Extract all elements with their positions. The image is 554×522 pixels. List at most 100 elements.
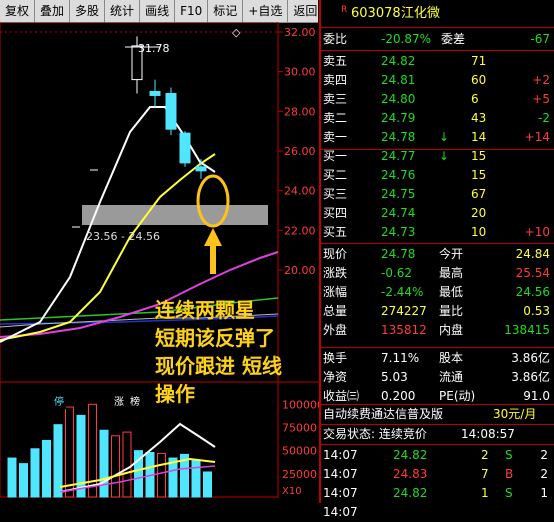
volume-bar xyxy=(30,448,40,498)
y-tick-label: 30.00 xyxy=(284,66,316,79)
order-price: 24.77 xyxy=(381,149,416,163)
price-axis: 32.00 30.00 28.00 26.00 24.00 22.00 20.00 xyxy=(278,26,316,277)
stats-label: 股本 xyxy=(439,351,464,365)
toolbar-button[interactable]: F10 xyxy=(175,0,209,22)
toolbar-button[interactable]: 标记 xyxy=(208,0,244,22)
promo-price[interactable]: 30元/月 xyxy=(493,404,536,424)
y-tick-label: 28.00 xyxy=(284,105,316,118)
tick-volume: 7 xyxy=(481,467,489,481)
promo-text[interactable]: 自动续费通达信普及版 xyxy=(323,404,443,424)
quote-row: 现价 24.78 今开 24.84 xyxy=(321,244,554,264)
stats-value: 3.86亿 xyxy=(511,370,550,384)
order-change: +2 xyxy=(532,73,550,87)
order-price: 24.80 xyxy=(381,92,416,106)
volume-bar xyxy=(157,452,166,498)
arrow-up-icon xyxy=(204,228,222,274)
order-row[interactable]: 买五 24.73 10 +10 xyxy=(321,222,554,242)
tick-price: 24.82 xyxy=(393,448,428,462)
y-tick-label: 24.00 xyxy=(284,185,316,198)
stock-badge: R xyxy=(341,5,348,15)
quote-row: 外盘 135812 内盘 138415 xyxy=(321,320,554,340)
order-row[interactable]: 卖五 24.82 71 xyxy=(321,51,554,71)
quote-value: 274227 xyxy=(381,304,427,318)
volume-axis: 100000 75000 50000 25000 xyxy=(282,398,324,481)
toolbar-button[interactable]: 画线 xyxy=(140,0,176,22)
stats-value: 5.03 xyxy=(381,370,408,384)
order-label: 卖四 xyxy=(323,73,348,87)
quote-value: -2.44% xyxy=(381,285,424,299)
toolbar: 复权 叠加 多股 统计 画线 F10 标记 +自选 返回 xyxy=(0,0,324,23)
toolbar-button[interactable]: 叠加 xyxy=(35,0,71,22)
candle-body xyxy=(165,92,177,130)
stats-value: 0.200 xyxy=(381,389,416,403)
stats-value: 7.11% xyxy=(381,351,420,365)
toolbar-button[interactable]: 多股 xyxy=(70,0,106,22)
order-volume: 20 xyxy=(471,206,487,220)
y-tick-label: 20.00 xyxy=(284,264,316,277)
diamond-icon[interactable]: ◇ xyxy=(232,26,241,39)
order-volume: 6 xyxy=(471,92,479,106)
tag-limit-up: 涨 xyxy=(112,396,126,409)
order-price: 24.76 xyxy=(381,168,416,182)
tick-volume: 1 xyxy=(481,486,489,500)
stats-label: 换手 xyxy=(323,351,348,365)
order-price: 24.82 xyxy=(381,54,416,68)
tick-row: 14:07 24.82 2 S 2 xyxy=(321,445,554,465)
quote-label: 今开 xyxy=(439,247,464,261)
volume-bar xyxy=(65,406,74,498)
candle-body xyxy=(195,166,207,172)
kline-chart[interactable]: 31.78 ◇ 23.56 - 24.56 32.00 30.00 28.00 26.… xyxy=(0,21,324,503)
tick-time: 14:07 xyxy=(323,486,358,500)
order-price: 24.75 xyxy=(381,187,416,201)
candle-body xyxy=(179,132,191,164)
volume-bar xyxy=(191,459,201,498)
divider xyxy=(321,27,554,28)
order-row[interactable]: 买三 24.75 67 xyxy=(321,184,554,204)
tick-price: 24.83 xyxy=(393,467,428,481)
promo-row[interactable]: 自动续费通达信普及版 30元/月 xyxy=(321,404,554,424)
order-change: +5 xyxy=(532,92,550,106)
weicha-value: -67 xyxy=(530,32,550,46)
order-volume: 60 xyxy=(471,73,487,87)
volume-bar xyxy=(19,463,28,498)
stats-value: 3.86亿 xyxy=(511,351,550,365)
order-volume: 14 xyxy=(471,130,487,144)
order-row[interactable]: 买四 24.74 20 xyxy=(321,203,554,223)
tick-count: 1 xyxy=(540,486,548,500)
order-volume: 67 xyxy=(471,187,487,201)
order-price: 24.74 xyxy=(381,206,416,220)
y-tick-label: 22.00 xyxy=(284,224,316,237)
order-row[interactable]: 卖四 24.81 60 +2 xyxy=(321,70,554,90)
order-row[interactable]: 买一 24.77 ↓ 15 xyxy=(321,146,554,166)
tick-time: 14:07 xyxy=(323,505,358,519)
order-label: 卖一 xyxy=(323,130,348,144)
order-row[interactable]: 卖三 24.80 6 +5 xyxy=(321,89,554,109)
volume-bar xyxy=(99,429,109,498)
quote-row: 涨跌 -0.62 最高 25.54 xyxy=(321,263,554,283)
y-tick-label: 32.00 xyxy=(284,26,316,39)
weicha-label: 委差 xyxy=(441,32,466,46)
tick-direction: S xyxy=(505,448,513,462)
quote-value: 135812 xyxy=(381,323,427,337)
order-change: -2 xyxy=(538,111,550,125)
order-row[interactable]: 卖一 24.78 ↓ 14 +14 xyxy=(321,127,554,147)
trade-status-row: 交易状态: 连续竞价 14:08:57 xyxy=(321,424,554,444)
order-row[interactable]: 买二 24.76 15 xyxy=(321,165,554,185)
quote-value: -0.62 xyxy=(381,266,413,280)
toolbar-button[interactable]: 复权 xyxy=(0,0,36,22)
quote-value: 24.84 xyxy=(515,247,550,261)
quote-value: 0.53 xyxy=(523,304,550,318)
tick-time: 14:07 xyxy=(323,448,358,462)
trade-status-time: 14:08:57 xyxy=(461,427,515,441)
quote-label: 涨幅 xyxy=(323,285,348,299)
order-label: 买四 xyxy=(323,206,348,220)
volume-tick-label: 100000 xyxy=(282,398,320,411)
order-label: 买五 xyxy=(323,225,348,239)
order-row[interactable]: 卖二 24.79 43 -2 xyxy=(321,108,554,128)
tick-row: 14:07 xyxy=(321,502,554,522)
trade-status-label: 交易状态: 连续竞价 xyxy=(323,427,427,441)
toolbar-button[interactable]: 统计 xyxy=(105,0,141,22)
volume-tick-label: 50000 xyxy=(282,445,317,458)
quote-label: 最低 xyxy=(439,285,464,299)
toolbar-button[interactable]: +自选 xyxy=(243,0,289,22)
